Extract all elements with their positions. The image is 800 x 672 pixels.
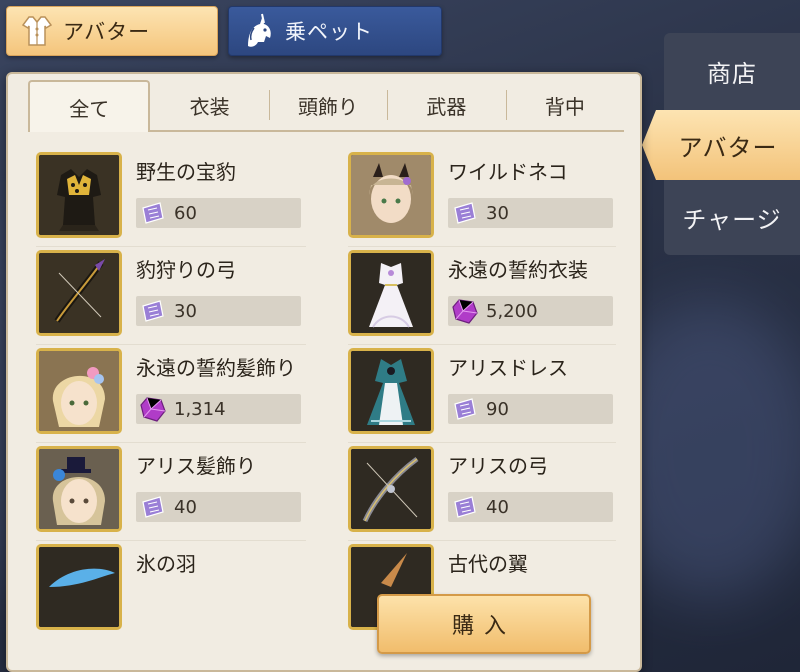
side-item-charge[interactable]: チャージ [664, 182, 800, 252]
gem-icon [450, 296, 480, 326]
side-item-label: アバター [678, 133, 778, 162]
ticket-icon [450, 198, 480, 228]
tab-all[interactable]: 全て [28, 80, 151, 132]
price-tag: 5,200 [448, 296, 613, 326]
list-item[interactable]: アリスドレス 90 [348, 348, 613, 436]
tab-avatar[interactable]: アバター [6, 6, 218, 56]
tab-pet-label: 乗ペット [285, 20, 373, 44]
item-price: 1,314 [174, 398, 226, 420]
price-tag: 1,314 [136, 394, 301, 424]
unicorn-icon [239, 11, 279, 51]
item-price: 40 [174, 496, 197, 518]
item-thumbnail [36, 348, 122, 434]
side-item-avatar[interactable]: アバター [642, 110, 800, 180]
ticket-icon [450, 492, 480, 522]
item-price: 60 [174, 202, 197, 224]
price-tag: 60 [136, 198, 301, 228]
buy-button-label: 購入 [451, 614, 516, 639]
item-thumbnail [36, 446, 122, 532]
ticket-icon [138, 198, 168, 228]
buy-button[interactable]: 購入 [377, 594, 591, 654]
item-price: 30 [486, 202, 509, 224]
item-name: 野生の宝豹 [136, 160, 236, 184]
price-tag: 90 [448, 394, 613, 424]
list-item[interactable]: 永遠の誓約衣装 5,200 [348, 250, 613, 338]
list-item[interactable]: 永遠の誓約髪飾り 1,314 [36, 348, 301, 436]
item-name: 古代の翼 [448, 552, 528, 576]
item-name: アリスの弓 [448, 454, 548, 478]
list-item[interactable]: ワイルドネコ 30 [348, 152, 613, 240]
tab-label: 衣装 [189, 94, 230, 119]
list-item[interactable]: アリスの弓 40 [348, 446, 613, 534]
item-thumbnail [348, 446, 434, 532]
item-name: アリスドレス [448, 356, 568, 380]
ticket-icon [450, 394, 480, 424]
tab-back[interactable]: 背中 [505, 80, 625, 132]
tab-label: 頭飾り [298, 94, 359, 119]
price-tag: 40 [448, 492, 613, 522]
tab-label: 背中 [544, 94, 585, 119]
tab-label: 武器 [426, 94, 467, 119]
tab-pet[interactable]: 乗ペット [228, 6, 442, 56]
item-name: ワイルドネコ [448, 160, 568, 184]
item-thumbnail [36, 250, 122, 336]
item-name: 永遠の誓約髪飾り [136, 356, 296, 380]
ticket-icon [138, 492, 168, 522]
side-item-label: チャージ [682, 205, 782, 234]
list-item[interactable]: 氷の羽 [36, 544, 301, 632]
tab-headwear[interactable]: 頭飾り [268, 80, 388, 132]
item-thumbnail [348, 348, 434, 434]
tab-costume[interactable]: 衣装 [150, 80, 269, 132]
tab-weapon[interactable]: 武器 [387, 80, 506, 132]
gem-icon [138, 394, 168, 424]
item-name: アリス髪飾り [136, 454, 256, 478]
list-item[interactable]: 野生の宝豹 60 [36, 152, 301, 240]
item-grid[interactable]: 野生の宝豹 60 ワイルドネコ 30 豹狩りの弓 30 永遠の誓約衣装 5,20… [36, 152, 616, 648]
tab-label: 全て [69, 96, 110, 121]
item-price: 5,200 [486, 300, 538, 322]
item-name: 氷の羽 [136, 552, 196, 576]
item-price: 90 [486, 398, 509, 420]
price-tag: 30 [136, 296, 301, 326]
price-tag: 30 [448, 198, 613, 228]
list-item[interactable]: 豹狩りの弓 30 [36, 250, 301, 338]
price-tag: 40 [136, 492, 301, 522]
item-thumbnail [36, 152, 122, 238]
item-price: 30 [174, 300, 197, 322]
tab-avatar-label: アバター [63, 20, 151, 44]
item-thumbnail [348, 152, 434, 238]
category-tabs: 全て 衣装 頭飾り 武器 背中 [28, 80, 625, 132]
shop-panel: 全て 衣装 頭飾り 武器 背中 野生の宝豹 60 ワイルドネコ 30 豹狩りの弓… [6, 72, 642, 672]
item-thumbnail [36, 544, 122, 630]
ticket-icon [138, 296, 168, 326]
item-price: 40 [486, 496, 509, 518]
outfit-icon [17, 11, 57, 51]
list-item[interactable]: アリス髪飾り 40 [36, 446, 301, 534]
item-name: 永遠の誓約衣装 [448, 258, 588, 282]
item-name: 豹狩りの弓 [136, 258, 236, 282]
side-item-shop[interactable]: 商店 [664, 36, 800, 106]
item-thumbnail [348, 250, 434, 336]
side-item-label: 商店 [707, 59, 757, 88]
